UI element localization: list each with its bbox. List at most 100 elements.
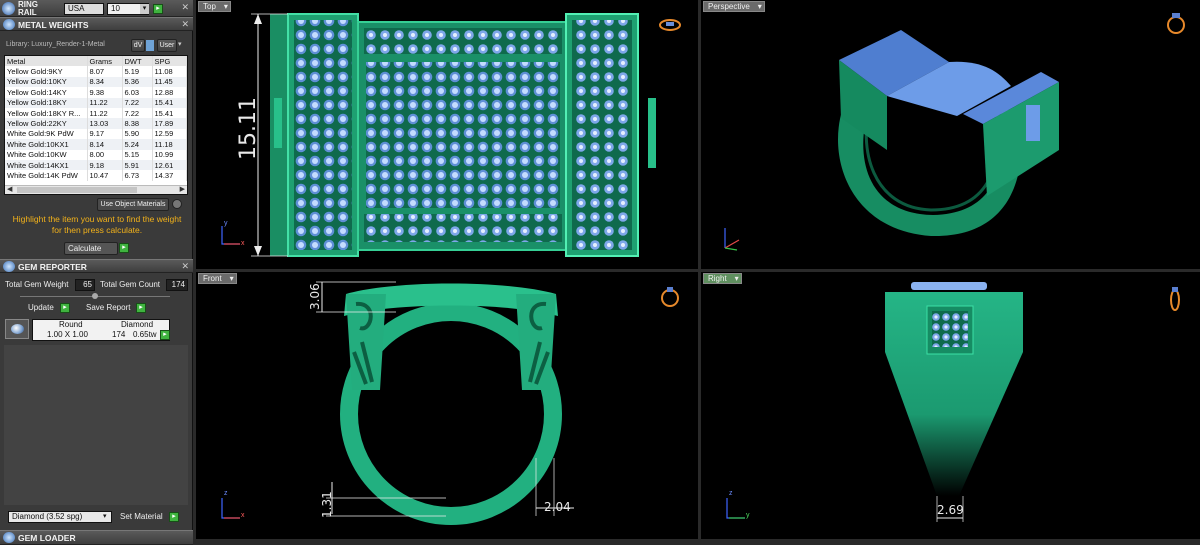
calculate-button[interactable]: Calculate <box>64 242 118 255</box>
dv-button[interactable]: dV <box>131 39 145 52</box>
top-left-gems <box>294 20 352 250</box>
viewport-top[interactable]: Top 15.11 y x <box>196 0 698 269</box>
gem-row-go-button[interactable]: ▸ <box>160 330 170 340</box>
scroll-left-icon[interactable]: ◀ <box>7 185 12 193</box>
metal-weights-close-icon[interactable]: ✕ <box>181 19 189 30</box>
dwt-cell: 7.22 <box>122 107 153 119</box>
front-width-dimension: 2.04 <box>544 500 571 514</box>
size-dropdown-chevron-icon[interactable]: ▾ <box>140 4 149 14</box>
spg-cell: 12.88 <box>152 87 187 98</box>
report-slider-handle[interactable] <box>92 293 98 299</box>
dwt-cell: 6.73 <box>122 170 153 181</box>
top-right-gems <box>572 20 632 250</box>
top-shank-left-detail <box>274 98 282 148</box>
gem-count: 174 <box>112 330 126 339</box>
dwt-cell: 6.03 <box>122 87 153 98</box>
metal-weights-icon <box>3 19 15 30</box>
metal-row[interactable]: White Gold:9K PdW 9.17 5.90 12.59 <box>5 128 187 140</box>
scroll-thumb[interactable] <box>17 187 137 193</box>
top-shank-right-detail <box>648 98 656 168</box>
metal-row[interactable]: Yellow Gold:18KY R... 11.22 7.22 15.41 <box>5 107 187 119</box>
column-dwt[interactable]: DWT <box>122 56 153 67</box>
calculate-go-button[interactable]: ▸ <box>119 243 129 253</box>
metal-name-cell: Yellow Gold:18KY <box>5 97 88 108</box>
spg-cell: 14.37 <box>152 170 187 181</box>
column-metal[interactable]: Metal <box>5 56 88 67</box>
metal-name-cell: Yellow Gold:10KY <box>5 76 88 88</box>
column-spg[interactable]: SPG <box>152 56 187 67</box>
ring-rail-close-icon[interactable]: ✕ <box>181 2 189 13</box>
gem-size: 1.00 X 1.00 <box>47 330 88 339</box>
spg-cell: 12.59 <box>152 128 187 140</box>
metal-row[interactable]: White Gold:10KX1 8.14 5.24 11.18 <box>5 139 187 150</box>
material-dropdown-chevron-icon[interactable]: ▾ <box>103 512 107 520</box>
spg-cell: 11.18 <box>152 139 187 150</box>
metal-row[interactable]: White Gold:14KX1 9.18 5.91 12.61 <box>5 159 187 171</box>
top-axis-y <box>221 226 240 245</box>
gem-reporter-header[interactable]: GEM REPORTER ✕ <box>0 259 193 273</box>
gem-reporter-close-icon[interactable]: ✕ <box>181 261 189 272</box>
grams-cell: 8.34 <box>87 76 123 88</box>
spg-cell: 15.41 <box>152 107 187 119</box>
metal-name-cell: Yellow Gold:18KY R... <box>5 107 88 119</box>
front-ring-icon[interactable] <box>661 287 679 307</box>
viewport-right[interactable]: Right 2.69 z y <box>701 272 1200 539</box>
material-select[interactable]: Diamond (3.52 spg) <box>8 511 112 523</box>
grams-cell: 8.14 <box>87 139 123 150</box>
front-top-dimension: 3.06 <box>308 283 322 310</box>
viewport-front[interactable]: Front 3.06 1.31 2.04 z x <box>196 272 698 539</box>
metal-row[interactable]: Yellow Gold:10KY 8.34 5.36 11.45 <box>5 76 187 88</box>
metal-name-cell: White Gold:10KW <box>5 149 88 160</box>
metal-name-cell: White Gold:14K PdW <box>5 170 88 181</box>
top-view-render <box>221 13 681 257</box>
grams-cell: 10.47 <box>87 170 123 181</box>
top-ring-icon[interactable] <box>659 19 681 31</box>
scroll-right-icon[interactable]: ▶ <box>180 185 185 193</box>
grams-cell: 9.38 <box>87 87 123 98</box>
right-axis-z-label: z <box>729 490 733 497</box>
ring-rail-go-button[interactable]: ▸ <box>153 4 163 14</box>
metal-row[interactable]: Yellow Gold:22KY 13.03 8.38 17.89 <box>5 118 187 129</box>
set-material-label[interactable]: Set Material <box>120 512 163 521</box>
viewport-perspective[interactable]: Perspective <box>701 0 1200 269</box>
metal-row[interactable]: White Gold:10KW 8.00 5.15 10.99 <box>5 149 187 160</box>
metal-table-scrollbar[interactable]: ◀ ▶ <box>5 185 187 194</box>
metal-weights-header[interactable]: METAL WEIGHTS ✕ <box>0 17 193 31</box>
metal-row[interactable]: Yellow Gold:14KY 9.38 6.03 12.88 <box>5 87 187 98</box>
dwt-cell: 5.24 <box>122 139 153 150</box>
top-dim-arrow-up <box>254 14 262 24</box>
front-axis-z-label: z <box>224 490 228 497</box>
top-axis-y-label: y <box>224 220 228 227</box>
dwt-cell: 5.91 <box>122 159 153 171</box>
front-bottom-dimension: 1.31 <box>320 491 334 518</box>
gem-reporter-title: GEM REPORTER <box>18 262 87 272</box>
metal-row[interactable]: Yellow Gold:18KY 11.22 7.22 15.41 <box>5 97 187 108</box>
use-object-toggle[interactable] <box>172 199 182 209</box>
spg-cell: 10.99 <box>152 149 187 160</box>
gem-loader-header[interactable]: GEM LOADER <box>0 530 193 545</box>
metal-name-cell: White Gold:9K PdW <box>5 128 88 140</box>
total-gem-weight-value: 65 <box>75 279 95 291</box>
country-select[interactable]: USA <box>64 3 104 15</box>
metal-row[interactable]: Yellow Gold:9KY 8.07 5.19 11.08 <box>5 66 187 77</box>
column-grams[interactable]: Grams <box>87 56 123 67</box>
dwt-cell: 5.36 <box>122 76 153 88</box>
gem-type: Diamond <box>121 320 154 329</box>
save-report-label[interactable]: Save Report <box>86 303 130 312</box>
save-report-button[interactable]: ▸ <box>136 303 146 313</box>
ring-rail-header: RING RAIL USA 10 ▾ ▸ ✕ <box>0 0 193 17</box>
user-button[interactable]: User <box>157 39 177 52</box>
metal-row[interactable]: White Gold:14K PdW 10.47 6.73 14.37 <box>5 170 187 181</box>
update-button[interactable]: ▸ <box>60 303 70 313</box>
front-axis-z <box>221 498 240 519</box>
right-ring-icon[interactable] <box>1170 287 1180 311</box>
update-label[interactable]: Update <box>28 303 54 312</box>
perspective-render <box>724 13 1185 251</box>
persp-ring-icon[interactable] <box>1167 13 1185 34</box>
top-center-bar-bottom <box>364 214 562 242</box>
user-dropdown-chevron-icon[interactable]: ▾ <box>178 40 182 48</box>
total-gem-weight-label: Total Gem Weight <box>5 280 69 289</box>
gem-thumb[interactable] <box>5 319 29 339</box>
set-material-button[interactable]: ▸ <box>169 512 179 522</box>
use-object-materials-button[interactable]: Use Object Materials <box>97 198 169 211</box>
